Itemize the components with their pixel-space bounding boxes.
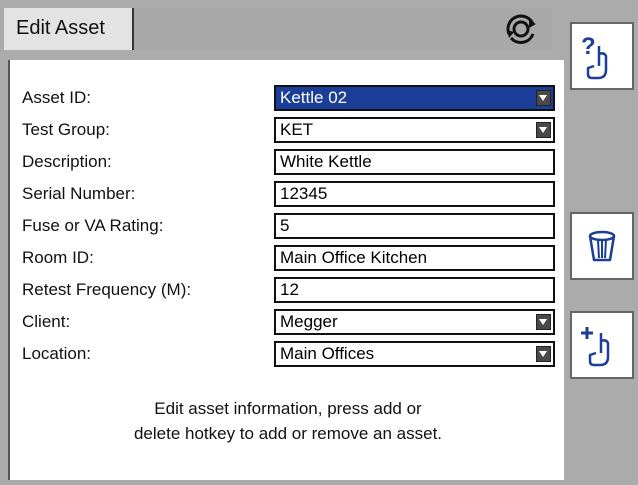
row-client: Client: Megger [10, 309, 566, 337]
add-softkey[interactable] [570, 311, 634, 379]
tab-label: Edit Asset [16, 17, 105, 39]
edit-asset-form: Asset ID: Kettle 02 Test Group: KET Desc… [8, 60, 564, 480]
add-hand-icon [581, 327, 610, 367]
test-group-label: Test Group: [22, 120, 110, 139]
device-screen: Edit Asset Asset ID: Kettle 02 Test Grou… [0, 0, 638, 485]
help-hand-icon: ? [581, 33, 608, 80]
rotate-sync-icon [506, 14, 536, 44]
row-asset-id: Asset ID: Kettle 02 [10, 85, 566, 113]
test-group-value: KET [280, 120, 314, 139]
chevron-down-icon[interactable] [536, 314, 551, 330]
fuse-rating-label: Fuse or VA Rating: [22, 216, 164, 235]
asset-id-value: Kettle 02 [280, 88, 348, 107]
retest-frequency-label: Retest Frequency (M): [22, 280, 192, 299]
trash-bin-icon [588, 230, 616, 262]
serial-number-field[interactable]: 12345 [274, 181, 555, 207]
room-id-field[interactable]: Main Office Kitchen [274, 245, 555, 271]
location-dropdown[interactable]: Main Offices [274, 341, 555, 367]
location-label: Location: [22, 344, 91, 363]
help-text-line-2: delete hotkey to add or remove an asset. [133, 424, 443, 443]
row-serial-number: Serial Number: 12345 [10, 181, 566, 209]
room-id-label: Room ID: [22, 248, 94, 267]
fuse-rating-field[interactable]: 5 [274, 213, 555, 239]
row-retest-frequency: Retest Frequency (M): 12 [10, 277, 566, 305]
location-value: Main Offices [280, 344, 375, 363]
help-text-line-1: Edit asset information, press add or [154, 399, 422, 418]
client-dropdown[interactable]: Megger [274, 309, 555, 335]
title-strip [134, 8, 552, 50]
row-fuse-rating: Fuse or VA Rating: 5 [10, 213, 566, 241]
row-room-id: Room ID: Main Office Kitchen [10, 245, 566, 273]
client-label: Client: [22, 312, 71, 331]
row-test-group: Test Group: KET [10, 117, 566, 145]
delete-softkey[interactable] [570, 212, 634, 280]
description-field[interactable]: White Kettle [274, 149, 555, 175]
chevron-down-icon[interactable] [536, 90, 551, 106]
row-location: Location: Main Offices [10, 341, 566, 369]
chevron-down-icon[interactable] [536, 346, 551, 362]
tab-edit-asset[interactable]: Edit Asset [4, 8, 134, 50]
asset-id-label: Asset ID: [22, 88, 91, 107]
client-value: Megger [280, 312, 338, 331]
svg-text:?: ? [581, 33, 596, 60]
help-text: Edit asset information, press add or del… [10, 396, 566, 446]
description-label: Description: [22, 152, 112, 171]
help-softkey[interactable]: ? [570, 22, 634, 90]
asset-id-dropdown[interactable]: Kettle 02 [274, 85, 555, 111]
row-description: Description: White Kettle [10, 149, 566, 177]
chevron-down-icon[interactable] [536, 122, 551, 138]
serial-number-label: Serial Number: [22, 184, 136, 203]
retest-frequency-field[interactable]: 12 [274, 277, 555, 303]
test-group-dropdown[interactable]: KET [274, 117, 555, 143]
